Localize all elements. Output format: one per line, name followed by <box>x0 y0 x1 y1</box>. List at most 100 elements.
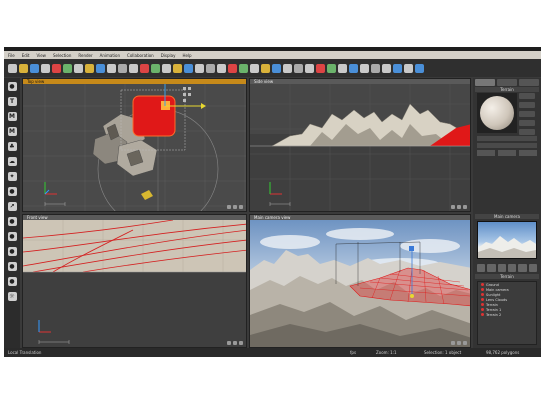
toolbar-button-31[interactable] <box>338 63 347 73</box>
light-tool-icon[interactable]: ✦ <box>7 172 17 181</box>
toolbar-button-12[interactable] <box>129 63 138 73</box>
maximize-icon[interactable] <box>463 341 467 345</box>
top-view-viewport[interactable]: Top view <box>22 78 247 212</box>
maximize-icon[interactable] <box>239 341 243 345</box>
menu-file[interactable]: File <box>8 53 15 58</box>
tab-object[interactable] <box>497 79 517 86</box>
toolbar-button-21[interactable] <box>228 63 237 73</box>
zoom-icon[interactable] <box>227 205 231 209</box>
material-slider-2[interactable] <box>477 143 537 148</box>
menu-render[interactable]: Render <box>78 53 92 58</box>
tab-library[interactable] <box>519 79 539 86</box>
maximize-icon[interactable] <box>463 205 467 209</box>
mountain-tool-icon[interactable]: M <box>7 112 17 121</box>
toolbar-button-17[interactable] <box>184 63 193 73</box>
toolbar-button-4[interactable] <box>41 63 50 73</box>
toolbar-button-7[interactable] <box>74 63 83 73</box>
pan-icon[interactable] <box>233 205 237 209</box>
menu-view[interactable]: View <box>36 53 46 58</box>
side-view-viewport[interactable]: Side view <box>249 78 471 212</box>
toolbar-button-18[interactable] <box>195 63 204 73</box>
toolbar-button-32[interactable] <box>349 63 358 73</box>
material-option-2[interactable] <box>498 150 516 156</box>
menu-help[interactable]: Help <box>182 53 191 58</box>
toolbar-button-28[interactable] <box>305 63 314 73</box>
zoom-icon[interactable] <box>451 341 455 345</box>
camera-preview-thumbnail[interactable] <box>477 221 537 259</box>
material-slider-1[interactable] <box>477 136 537 141</box>
menu-collaboration[interactable]: Collaboration <box>127 53 154 58</box>
scene-tool-5[interactable] <box>518 264 527 272</box>
text-tool-icon[interactable]: T <box>7 97 17 106</box>
material-option-3[interactable] <box>519 150 537 156</box>
scene-tool-3[interactable] <box>497 264 506 272</box>
menu-edit[interactable]: Edit <box>22 53 30 58</box>
toolbar-button-1[interactable] <box>8 63 17 73</box>
cloud-tool-icon[interactable]: ☁ <box>7 157 17 166</box>
material-button-5[interactable] <box>519 129 535 135</box>
toolbar-button-6[interactable] <box>63 63 72 73</box>
main-camera-view-title[interactable]: Main camera view <box>250 215 470 220</box>
toolbar-button-14[interactable] <box>151 63 160 73</box>
tree-item[interactable]: Terrain 2 <box>478 312 536 317</box>
toolbar-button-35[interactable] <box>382 63 391 73</box>
toolbar-button-23[interactable] <box>250 63 259 73</box>
toolbar-button-9[interactable] <box>96 63 105 73</box>
menu-animation[interactable]: Animation <box>100 53 120 58</box>
pan-icon[interactable] <box>457 205 461 209</box>
toolbar-button-3[interactable] <box>30 63 39 73</box>
toolbar-button-11[interactable] <box>118 63 127 73</box>
toolbar-button-38[interactable] <box>415 63 424 73</box>
toolbar-button-29[interactable] <box>316 63 325 73</box>
toolbar-button-10[interactable] <box>107 63 116 73</box>
zoom-icon[interactable] <box>227 341 231 345</box>
maximize-icon[interactable] <box>239 205 243 209</box>
top-view-title[interactable]: Top view <box>23 79 246 84</box>
toolbar-button-2[interactable] <box>19 63 28 73</box>
material-button-4[interactable] <box>519 120 535 126</box>
material-preview[interactable] <box>477 93 517 133</box>
toolbar-button-22[interactable] <box>239 63 248 73</box>
material-button-3[interactable] <box>519 111 535 117</box>
scene-tool-4[interactable] <box>507 264 517 272</box>
toolbar-button-8[interactable] <box>85 63 94 73</box>
scene-tool-2[interactable] <box>487 264 496 272</box>
pan-icon[interactable] <box>457 341 461 345</box>
toolbar-button-27[interactable] <box>294 63 303 73</box>
terrain-tool-icon[interactable]: M <box>7 127 17 136</box>
plant-tool-icon[interactable]: ♣ <box>7 142 17 151</box>
toolbar-button-30[interactable] <box>327 63 336 73</box>
toolbar-button-25[interactable] <box>272 63 281 73</box>
menu-display[interactable]: Display <box>161 53 176 58</box>
toolbar-button-20[interactable] <box>217 63 226 73</box>
pan-icon[interactable] <box>233 341 237 345</box>
front-view-viewport[interactable]: Front view <box>22 214 247 348</box>
material-option-1[interactable] <box>477 150 495 156</box>
toolbar-button-13[interactable] <box>140 63 149 73</box>
group-tool-icon[interactable]: ● <box>7 217 17 226</box>
toolbar-button-19[interactable] <box>206 63 215 73</box>
tab-material[interactable] <box>475 79 495 86</box>
toolbar-button-26[interactable] <box>283 63 292 73</box>
sphere-icon[interactable]: ● <box>7 82 17 91</box>
scene-tool-6[interactable] <box>528 264 537 272</box>
toolbar-button-5[interactable] <box>52 63 61 73</box>
python-tool-icon[interactable]: ● <box>7 262 17 271</box>
boolean-tool-icon[interactable]: ● <box>7 232 17 241</box>
menu-selection[interactable]: Selection <box>53 53 71 58</box>
zoom-icon[interactable] <box>451 205 455 209</box>
toolbar-button-37[interactable] <box>404 63 413 73</box>
material-button-1[interactable] <box>519 93 535 99</box>
settings-tool-icon[interactable]: ● <box>7 277 17 286</box>
toolbar-button-16[interactable] <box>173 63 182 73</box>
toolbar-button-24[interactable] <box>261 63 270 73</box>
front-view-title[interactable]: Front view <box>23 215 246 220</box>
side-view-title[interactable]: Side view <box>250 79 470 84</box>
toolbar-button-33[interactable] <box>360 63 369 73</box>
path-tool-icon[interactable]: ↗ <box>7 202 17 211</box>
render-tool-icon[interactable]: ☼ <box>7 292 17 301</box>
main-camera-viewport[interactable]: Main camera view <box>249 214 471 348</box>
camera-tool-icon[interactable]: ● <box>7 187 17 196</box>
metablob-tool-icon[interactable]: ● <box>7 247 17 256</box>
toolbar-button-34[interactable] <box>371 63 380 73</box>
